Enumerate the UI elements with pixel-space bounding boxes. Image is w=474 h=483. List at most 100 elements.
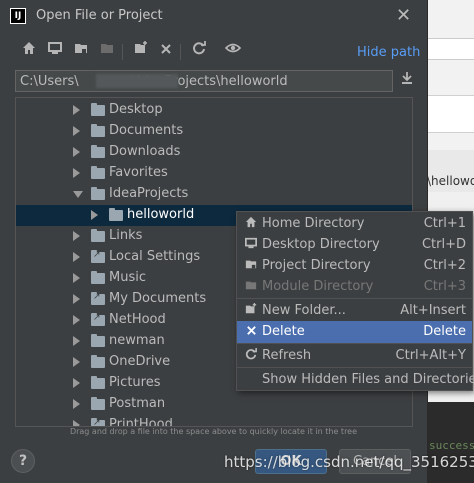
tree-row-label: Pictures bbox=[109, 375, 161, 390]
context-menu-item-label: Refresh bbox=[262, 348, 312, 363]
context-menu-item-label: Module Directory bbox=[262, 279, 374, 294]
context-menu-item[interactable]: Project Directory Ctrl+2 bbox=[237, 255, 472, 277]
background-path-bar: \hellowo bbox=[427, 150, 474, 192]
folder-icon bbox=[91, 355, 105, 368]
dialog-title: Open File or Project bbox=[36, 8, 163, 23]
context-menu-item[interactable]: Desktop Directory Ctrl+D bbox=[237, 234, 472, 256]
expand-arrow-right-icon[interactable] bbox=[73, 126, 80, 136]
expand-arrow-right-icon[interactable] bbox=[73, 399, 80, 409]
folder-icon bbox=[91, 397, 105, 410]
tree-row-label: OneDrive bbox=[109, 354, 171, 369]
tree-row[interactable]: PrintHood bbox=[16, 415, 412, 427]
expand-arrow-right-icon[interactable] bbox=[73, 252, 80, 262]
context-menu-item-label: Delete bbox=[262, 324, 305, 339]
context-menu-shortcut: Alt+Insert bbox=[400, 303, 466, 318]
tree-row-label: Documents bbox=[109, 123, 184, 138]
expand-arrow-right-icon[interactable] bbox=[73, 357, 80, 367]
folder-icon bbox=[91, 418, 105, 426]
hide-path-link[interactable]: Hide path bbox=[357, 45, 420, 60]
delete-icon[interactable] bbox=[155, 40, 177, 62]
new-folder-icon bbox=[243, 303, 259, 319]
context-menu-item: Module Directory Ctrl+3 bbox=[237, 276, 472, 298]
show-hidden-icon[interactable] bbox=[222, 40, 244, 62]
refresh-icon bbox=[243, 348, 259, 364]
background-console-text: success bbox=[429, 439, 474, 452]
tree-row[interactable]: Postman bbox=[16, 394, 412, 415]
project-folder-icon bbox=[243, 258, 259, 274]
folder-icon bbox=[91, 124, 105, 137]
tree-row-label: NetHood bbox=[109, 312, 166, 327]
redacted-username bbox=[96, 74, 178, 88]
tree-row-label: Postman bbox=[109, 396, 166, 411]
menu-separator bbox=[237, 367, 472, 368]
folder-icon bbox=[91, 229, 105, 242]
folder-icon bbox=[91, 334, 105, 347]
context-menu-shortcut: Delete bbox=[423, 324, 466, 339]
expand-arrow-right-icon[interactable] bbox=[73, 168, 80, 178]
desktop-icon[interactable] bbox=[44, 40, 66, 62]
watermark-text: https://blog.csdn.net/qq_35162536 bbox=[224, 453, 474, 471]
expand-arrow-right-icon[interactable] bbox=[73, 336, 80, 346]
tree-row[interactable]: Favorites bbox=[16, 163, 412, 184]
tree-row-label: newman bbox=[109, 333, 165, 348]
download-icon[interactable] bbox=[396, 70, 418, 92]
background-field bbox=[427, 95, 474, 133]
context-menu-shortcut: Ctrl+1 bbox=[423, 216, 466, 231]
tree-row-label: PrintHood bbox=[109, 417, 173, 427]
new-folder-icon[interactable] bbox=[130, 40, 152, 62]
tree-row-label: My Documents bbox=[109, 291, 207, 306]
expand-arrow-right-icon[interactable] bbox=[91, 210, 98, 220]
expand-arrow-right-icon[interactable] bbox=[73, 420, 80, 426]
menu-separator bbox=[237, 298, 472, 299]
drag-drop-hint: Drag and drop a file into the space abov… bbox=[69, 427, 358, 436]
toolbar-separator bbox=[180, 44, 181, 60]
module-folder-icon bbox=[243, 279, 259, 295]
expand-arrow-right-icon[interactable] bbox=[73, 273, 80, 283]
home-icon bbox=[243, 216, 259, 232]
tree-row[interactable]: IdeaProjects bbox=[16, 184, 412, 205]
context-menu-item[interactable]: Delete Delete bbox=[237, 321, 472, 343]
expand-arrow-right-icon[interactable] bbox=[73, 378, 80, 388]
tree-row[interactable]: Documents bbox=[16, 121, 412, 142]
folder-icon bbox=[91, 313, 105, 326]
help-button[interactable]: ? bbox=[11, 449, 35, 473]
context-menu-item[interactable]: Show Hidden Files and Directories bbox=[237, 369, 474, 391]
context-menu-shortcut: Ctrl+3 bbox=[423, 279, 466, 294]
tree-row-label: Music bbox=[109, 270, 146, 285]
tree-row[interactable]: Downloads bbox=[16, 142, 412, 163]
expand-arrow-down-icon[interactable] bbox=[73, 191, 83, 198]
desktop-icon bbox=[243, 237, 259, 253]
tree-row-label: Links bbox=[109, 228, 143, 243]
tree-row-label: Favorites bbox=[109, 165, 168, 180]
close-button[interactable]: ✕ bbox=[396, 5, 411, 26]
context-menu-shortcut: Ctrl+D bbox=[421, 237, 466, 252]
background-panel bbox=[427, 0, 474, 150]
expand-arrow-right-icon[interactable] bbox=[73, 294, 80, 304]
home-icon[interactable] bbox=[18, 40, 40, 62]
folder-icon bbox=[91, 271, 105, 284]
path-field[interactable] bbox=[15, 70, 393, 92]
context-menu-item-label: Show Hidden Files and Directories bbox=[262, 372, 474, 387]
path-input[interactable] bbox=[20, 72, 388, 90]
context-menu-item-label: Project Directory bbox=[262, 258, 371, 273]
tree-row-label: Desktop bbox=[109, 102, 163, 117]
refresh-icon[interactable] bbox=[188, 40, 210, 62]
tree-row-label: helloworld bbox=[127, 207, 195, 222]
context-menu-shortcut: Ctrl+2 bbox=[423, 258, 466, 273]
expand-arrow-right-icon[interactable] bbox=[73, 105, 80, 115]
context-menu-item[interactable]: Refresh Ctrl+Alt+Y bbox=[237, 345, 472, 367]
folder-icon bbox=[91, 187, 105, 200]
expand-arrow-right-icon[interactable] bbox=[73, 147, 80, 157]
context-menu-item[interactable]: New Folder... Alt+Insert bbox=[237, 300, 472, 322]
background-path-text: \hellowo bbox=[427, 174, 474, 188]
expand-arrow-right-icon[interactable] bbox=[73, 231, 80, 241]
tree-row[interactable]: Desktop bbox=[16, 100, 412, 121]
context-menu-item-label: Desktop Directory bbox=[262, 237, 380, 252]
background-bar bbox=[427, 38, 474, 60]
tree-row-label: Downloads bbox=[109, 144, 181, 159]
expand-arrow-right-icon[interactable] bbox=[73, 315, 80, 325]
tree-row-label: Local Settings bbox=[109, 249, 201, 264]
context-menu-item[interactable]: Home Directory Ctrl+1 bbox=[237, 213, 472, 235]
folder-icon bbox=[91, 166, 105, 179]
project-folder-icon[interactable] bbox=[70, 40, 92, 62]
